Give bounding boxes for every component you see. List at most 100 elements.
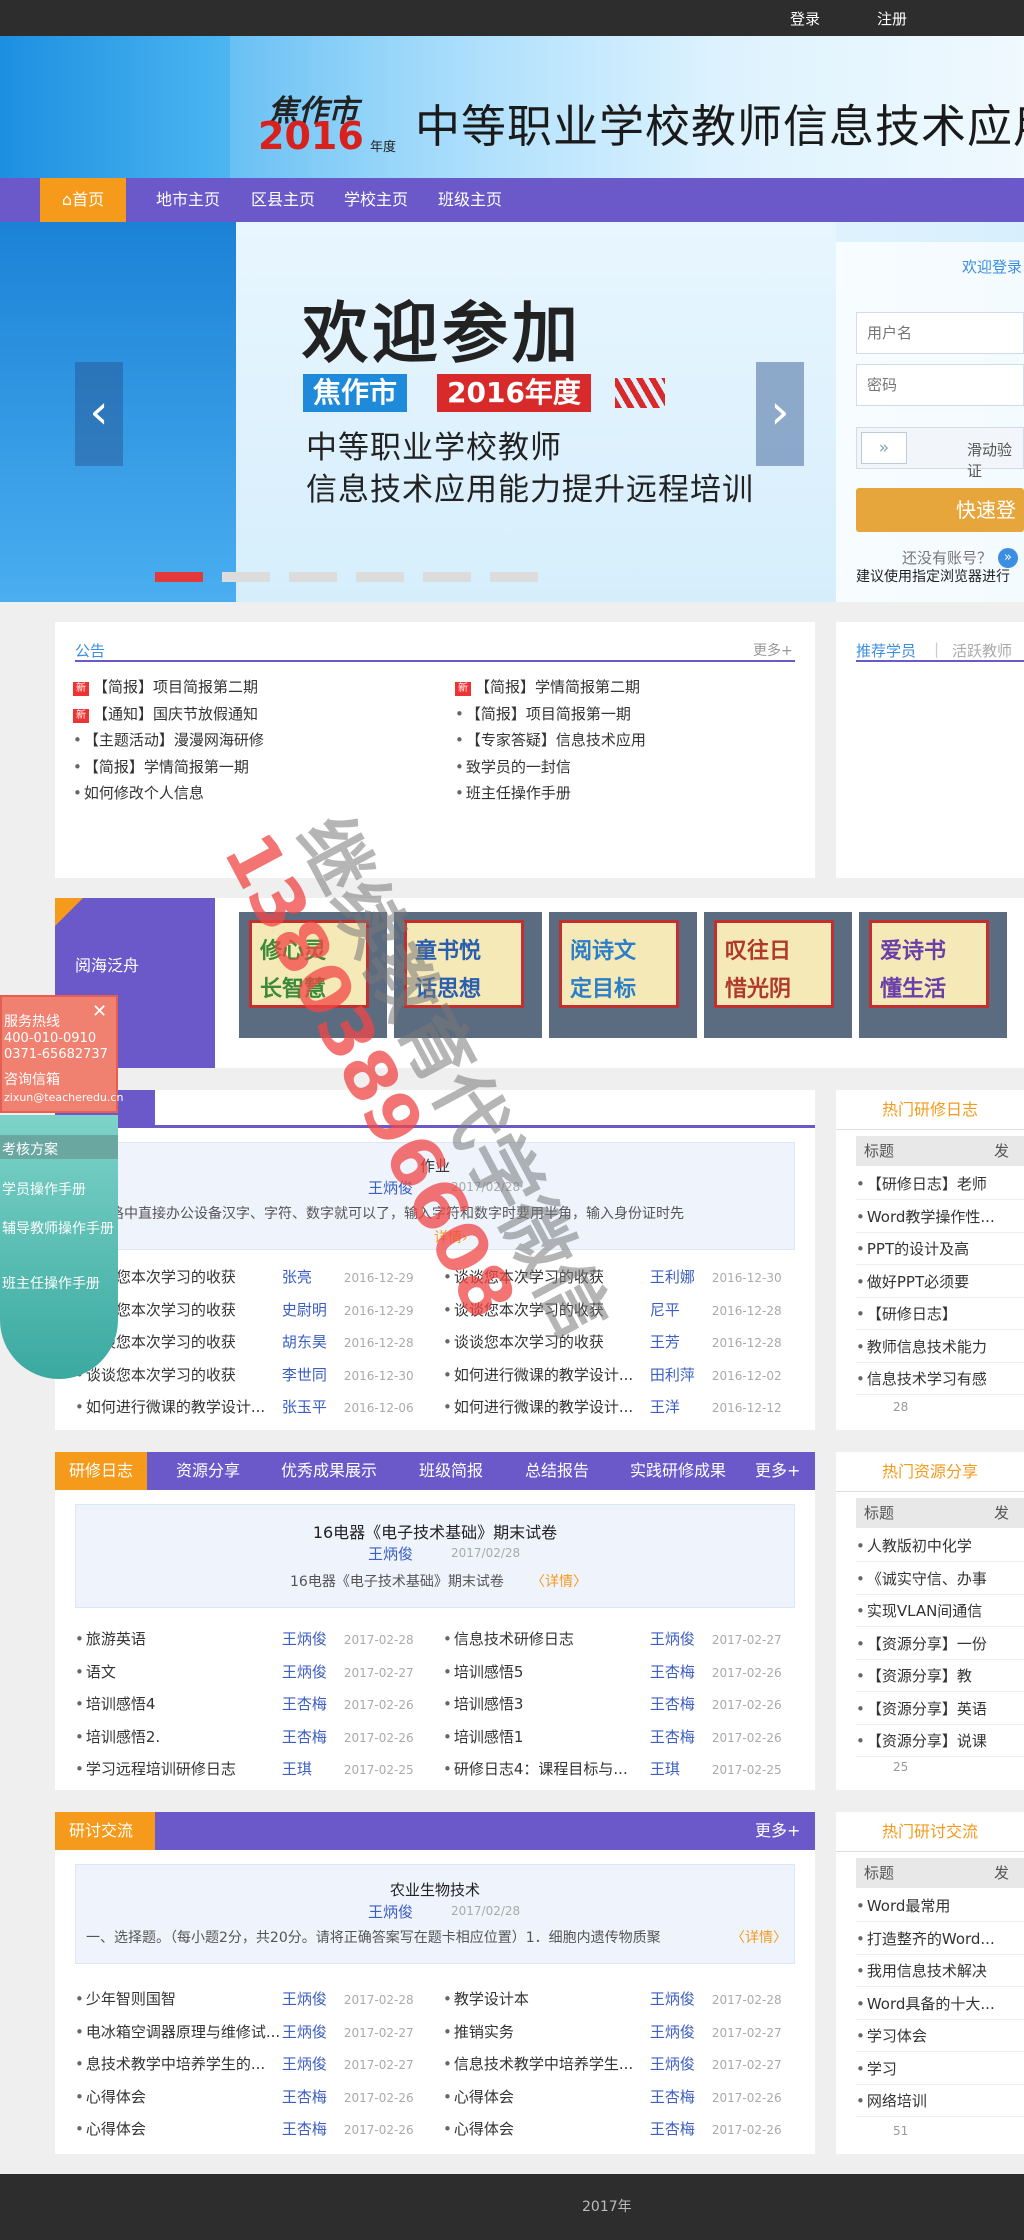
slider-next-button[interactable]: › <box>756 362 804 466</box>
side-list-item[interactable]: • 《诚实守信、办事 <box>856 1563 1024 1595</box>
notice-item[interactable]: • 致学员的一封信 <box>455 754 785 780</box>
side-list-item[interactable]: • 【资源分享】一份 <box>856 1628 1024 1660</box>
journal-feature-author[interactable]: 王炳俊 <box>368 1543 413 1564</box>
list-item-title[interactable]: 如何进行微课的教学设计... <box>454 1362 650 1388</box>
book-card[interactable]: 修心灵 长智慧 <box>239 912 387 1038</box>
list-item-title[interactable]: 少年智则国智 <box>86 1986 282 2012</box>
nav-school[interactable]: 学校主页 <box>344 178 408 222</box>
list-item-author[interactable]: 田利萍 <box>650 1362 712 1388</box>
side-list-item[interactable]: • 【研修日志】老师 <box>856 1168 1024 1200</box>
list-item-author[interactable]: 王杏梅 <box>650 1724 712 1750</box>
tab-class-briefs[interactable]: 班级简报 <box>419 1452 483 1490</box>
list-item-title[interactable]: 研修日志4：课程目标与... <box>454 1756 650 1782</box>
discussion-feature-more[interactable]: 〈详情〉 <box>731 1927 787 1947</box>
list-item-title[interactable]: 培训感悟3 <box>454 1691 650 1717</box>
list-item-author[interactable]: 王炳俊 <box>650 2019 712 2045</box>
list-item[interactable]: • 语文 王炳俊 2017-02-27 <box>75 1659 435 1685</box>
list-item[interactable]: • 旅游英语 王炳俊 2017-02-28 <box>75 1626 435 1652</box>
list-item[interactable]: • 心得体会 王杏梅 2017-02-26 <box>443 2116 803 2142</box>
list-item[interactable]: • 学习远程培训研修日志 王琪 2017-02-25 <box>75 1756 435 1782</box>
list-item-author[interactable]: 王芳 <box>650 1329 712 1355</box>
slider-dot[interactable] <box>222 572 270 582</box>
list-item-title[interactable]: 推销实务 <box>454 2019 650 2045</box>
list-item[interactable]: •谈谈您本次学习的收获李世同2016-12-30 <box>75 1362 435 1388</box>
side-list-item[interactable]: • 【研修日志】 <box>856 1298 1024 1330</box>
list-item[interactable]: • 少年智则国智 王炳俊 2017-02-28 <box>75 1986 435 2012</box>
side-list-item[interactable]: • 网络培训 <box>856 2085 1024 2117</box>
list-item-author[interactable]: 王炳俊 <box>282 1659 344 1685</box>
notice-item[interactable]: • 班主任操作手册 <box>455 780 785 806</box>
list-item-author[interactable]: 王炳俊 <box>650 2051 712 2077</box>
list-item-title[interactable]: 信息技术研修日志 <box>454 1626 650 1652</box>
side-list-item[interactable]: • PPT的设计及高 <box>856 1233 1024 1265</box>
side-list-item[interactable]: • 【资源分享】说课 <box>856 1725 1024 1757</box>
list-item[interactable]: • 如何进行微课的教学设计... 王洋 2016-12-12 <box>443 1394 803 1420</box>
tab-achievements[interactable]: 优秀成果展示 <box>281 1452 377 1490</box>
list-item[interactable]: • 培训感悟4 王杏梅 2017-02-26 <box>75 1691 435 1717</box>
side-list-item[interactable]: • 打造整齐的Word... <box>856 1923 1024 1955</box>
side-list-item[interactable]: • 教师信息技术能力 <box>856 1331 1024 1363</box>
list-item-title[interactable]: 息技术教学中培养学生的... <box>86 2051 282 2077</box>
tab-recommend-students[interactable]: 推荐学员 <box>856 640 916 661</box>
list-item[interactable]: • 推销实务 王炳俊 2017-02-27 <box>443 2019 803 2045</box>
list-item-title[interactable]: 培训感悟4 <box>86 1691 282 1717</box>
nav-city[interactable]: 地市主页 <box>156 178 220 222</box>
list-item-title[interactable]: 培训感悟2. <box>86 1724 282 1750</box>
notice-item[interactable]: • 【简报】项目简报第一期 <box>455 701 785 727</box>
list-item-title[interactable]: 心得体会 <box>454 2084 650 2110</box>
feature-author[interactable]: 王炳俊 <box>368 1177 413 1198</box>
list-item[interactable]: • 研修日志4：课程目标与... 王琪 2017-02-25 <box>443 1756 803 1782</box>
list-item-author[interactable]: 李世同 <box>282 1362 344 1388</box>
list-item-title[interactable]: 信息技术教学中培养学生... <box>454 2051 650 2077</box>
list-item[interactable]: • 谈谈您本次学习的收获 王芳 2016-12-28 <box>443 1329 803 1355</box>
username-input[interactable] <box>856 312 1024 354</box>
list-item-author[interactable]: 王杏梅 <box>282 2116 344 2142</box>
notice-item[interactable]: • 如何修改个人信息 <box>73 780 403 806</box>
list-item-title[interactable]: 培训感悟5 <box>454 1659 650 1685</box>
list-item-title[interactable]: 心得体会 <box>86 2116 282 2142</box>
list-item-author[interactable]: 王杏梅 <box>282 1724 344 1750</box>
list-item-author[interactable]: 王杏梅 <box>650 1659 712 1685</box>
list-item-title[interactable]: 学习远程培训研修日志 <box>86 1756 282 1782</box>
side-list-item[interactable]: • 信息技术学习有感 <box>856 1363 1024 1395</box>
journal-feature[interactable]: 16电器《电子技术基础》期末试卷 王炳俊 2017/02/28 16电器《电子技… <box>75 1504 795 1608</box>
list-item-author[interactable]: 王炳俊 <box>282 1626 344 1652</box>
list-item-title[interactable]: 教学设计本 <box>454 1986 650 2012</box>
list-item[interactable]: • 培训感悟5 王杏梅 2017-02-26 <box>443 1659 803 1685</box>
menu-tutor-manual[interactable]: 辅导教师操作手册 <box>2 1219 116 1239</box>
nav-home[interactable]: ⌂首页 <box>40 178 126 222</box>
list-item-title[interactable]: 如何进行微课的教学设计... <box>86 1394 282 1420</box>
feature-more-link[interactable]: 详情› <box>434 1227 468 1247</box>
list-item-title[interactable]: 谈谈您本次学习的收获 <box>454 1264 650 1290</box>
list-item[interactable]: •谈谈您本次学习的收获张亮2016-12-29 <box>75 1264 435 1290</box>
book-card[interactable]: 阅诗文 定目标 <box>549 912 697 1038</box>
slide-verify[interactable]: » 滑动验证 <box>856 427 1024 480</box>
list-item-author[interactable]: 王杏梅 <box>650 1691 712 1717</box>
chevron-right-icon[interactable]: » <box>998 548 1018 568</box>
list-item-author[interactable]: 史尉明 <box>282 1297 344 1323</box>
list-item[interactable]: • 谈谈您本次学习的收获 王利娜 2016-12-30 <box>443 1264 803 1290</box>
notice-item[interactable]: 新【通知】国庆节放假通知 <box>73 701 403 727</box>
side-list-item[interactable]: • Word最常用 <box>856 1890 1024 1922</box>
list-item-author[interactable]: 王炳俊 <box>282 2019 344 2045</box>
feature-title[interactable]: 作业 <box>76 1155 794 1176</box>
list-item-title[interactable]: 心得体会 <box>454 2116 650 2142</box>
list-item[interactable]: • 如何进行微课的教学设计... 张玉平 2016-12-06 <box>75 1394 435 1420</box>
list-item-title[interactable]: 培训感悟1 <box>454 1724 650 1750</box>
no-account-link[interactable]: 还没有账号？ <box>902 547 992 568</box>
discussion-feature-author[interactable]: 王炳俊 <box>368 1901 413 1922</box>
quick-login-button[interactable]: 快速登录 <box>856 488 1024 566</box>
list-item-author[interactable]: 张玉平 <box>282 1394 344 1420</box>
list-item-title[interactable]: 谈谈您本次学习的收获 <box>454 1329 650 1355</box>
tab-resources[interactable]: 资源分享 <box>176 1452 240 1490</box>
list-item-author[interactable]: 王洋 <box>650 1394 712 1420</box>
journal-more-link[interactable]: 更多+ <box>755 1452 800 1490</box>
list-item-title[interactable]: 如何进行微课的教学设计... <box>454 1394 650 1420</box>
tab-practice[interactable]: 实践研修成果 <box>630 1452 726 1490</box>
side-list-item[interactable]: • Word具备的十大... <box>856 1988 1024 2020</box>
register-link[interactable]: 注册 <box>877 8 907 29</box>
notice-item[interactable]: • 【专家答疑】信息技术应用 <box>455 727 785 753</box>
close-icon[interactable]: ✕ <box>92 1001 107 1022</box>
list-item[interactable]: •谈谈您本次学习的收获胡东昊2016-12-28 <box>75 1329 435 1355</box>
list-item[interactable]: • 心得体会 王杏梅 2017-02-26 <box>443 2084 803 2110</box>
